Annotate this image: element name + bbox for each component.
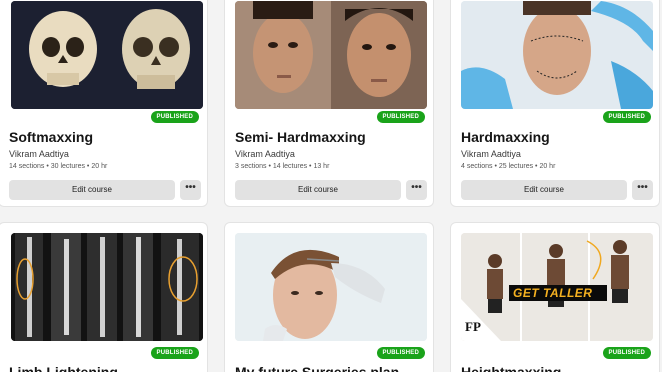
course-meta: 4 sections • 25 lectures • 20 hr bbox=[461, 163, 556, 170]
edit-course-button[interactable]: Edit course bbox=[235, 180, 401, 200]
course-title[interactable]: Limb Lightening bbox=[9, 364, 118, 372]
course-card-heightmaxxing[interactable]: GET TALLER FP PUBLISHED Heightmaxxing bbox=[450, 222, 660, 372]
edit-course-button[interactable]: Edit course bbox=[9, 180, 175, 200]
edit-course-button[interactable]: Edit course bbox=[461, 180, 627, 200]
status-badge: PUBLISHED bbox=[150, 347, 199, 359]
course-grid: PUBLISHED Softmaxxing Vikram Aadtiya 14 … bbox=[0, 0, 662, 372]
course-thumbnail[interactable] bbox=[461, 1, 653, 109]
course-meta: 14 sections • 30 lectures • 20 hr bbox=[9, 163, 108, 170]
course-card-limb-lightening[interactable]: PUBLISHED Limb Lightening bbox=[0, 222, 208, 372]
course-title[interactable]: Semi- Hardmaxxing bbox=[235, 129, 366, 145]
course-thumbnail[interactable] bbox=[11, 1, 203, 109]
course-card-semi-hardmaxxing[interactable]: PUBLISHED Semi- Hardmaxxing Vikram Aadti… bbox=[224, 0, 434, 207]
thumb-headline: GET TALLER bbox=[513, 286, 593, 300]
course-card-hardmaxxing[interactable]: PUBLISHED Hardmaxxing Vikram Aadtiya 4 s… bbox=[450, 0, 660, 207]
status-badge: PUBLISHED bbox=[602, 111, 651, 123]
course-thumbnail[interactable] bbox=[235, 1, 427, 109]
more-options-icon[interactable]: ••• bbox=[632, 180, 653, 200]
course-meta: 3 sections • 14 lectures • 13 hr bbox=[235, 163, 330, 170]
course-title[interactable]: Heightmaxxing bbox=[461, 364, 561, 372]
course-author: Vikram Aadtiya bbox=[235, 149, 295, 159]
course-title[interactable]: Hardmaxxing bbox=[461, 129, 550, 145]
status-badge: PUBLISHED bbox=[150, 111, 199, 123]
course-author: Vikram Aadtiya bbox=[461, 149, 521, 159]
more-options-icon[interactable]: ••• bbox=[180, 180, 201, 200]
course-title[interactable]: Softmaxxing bbox=[9, 129, 93, 145]
course-card-future-surgeries-plan[interactable]: PUBLISHED My future Surgeries plan bbox=[224, 222, 434, 372]
status-badge: PUBLISHED bbox=[602, 347, 651, 359]
course-thumbnail[interactable] bbox=[11, 233, 203, 341]
fp-logo: FP bbox=[465, 319, 481, 334]
course-thumbnail[interactable] bbox=[235, 233, 427, 341]
more-options-icon[interactable]: ••• bbox=[406, 180, 427, 200]
status-badge: PUBLISHED bbox=[376, 347, 425, 359]
course-thumbnail[interactable]: GET TALLER FP bbox=[461, 233, 653, 341]
course-title[interactable]: My future Surgeries plan bbox=[235, 364, 399, 372]
course-author: Vikram Aadtiya bbox=[9, 149, 69, 159]
status-badge: PUBLISHED bbox=[376, 111, 425, 123]
course-card-softmaxxing[interactable]: PUBLISHED Softmaxxing Vikram Aadtiya 14 … bbox=[0, 0, 208, 207]
